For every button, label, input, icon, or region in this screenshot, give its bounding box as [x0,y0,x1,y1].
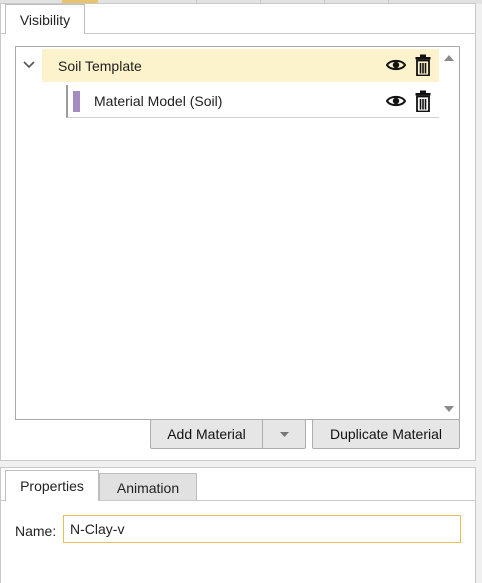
tree-scrollbar[interactable] [439,47,459,419]
name-input[interactable] [63,515,461,543]
duplicate-material-button[interactable]: Duplicate Material [312,419,460,449]
tab-properties-label: Properties [20,478,84,494]
add-material-button[interactable]: Add Material [151,426,262,442]
scroll-up-icon[interactable] [441,49,457,65]
visibility-panel: Visibility Soil Template Material Model … [0,3,476,461]
material-tree[interactable]: Soil Template Material Model (Soil) [15,46,460,420]
scroll-down-icon[interactable] [441,401,457,417]
tree-row-label: Soil Template [58,57,142,74]
trash-icon[interactable] [415,90,431,113]
eye-icon[interactable] [385,93,407,109]
chevron-down-icon[interactable] [20,56,38,74]
tab-visibility-label: Visibility [19,11,71,28]
tab-visibility[interactable]: Visibility [5,4,85,34]
tree-row-label: Material Model (Soil) [94,93,223,109]
name-label: Name: [15,523,57,539]
tab-animation[interactable]: Animation [99,473,197,501]
material-color-swatch [73,91,80,112]
trash-icon[interactable] [415,54,431,77]
tab-animation-label: Animation [116,479,180,496]
duplicate-material-label: Duplicate Material [329,426,443,442]
tab-properties[interactable]: Properties [5,470,99,501]
properties-panel: Properties Animation Name: [0,467,476,583]
dropdown-arrow-icon[interactable] [263,420,305,448]
tree-row-material-model[interactable]: Material Model (Soil) [66,85,439,118]
eye-icon[interactable] [385,57,407,73]
add-material-split-button[interactable]: Add Material [150,419,306,449]
tree-row-soil-template[interactable]: Soil Template [42,49,439,82]
visibility-tab-bar: Visibility [1,4,475,34]
